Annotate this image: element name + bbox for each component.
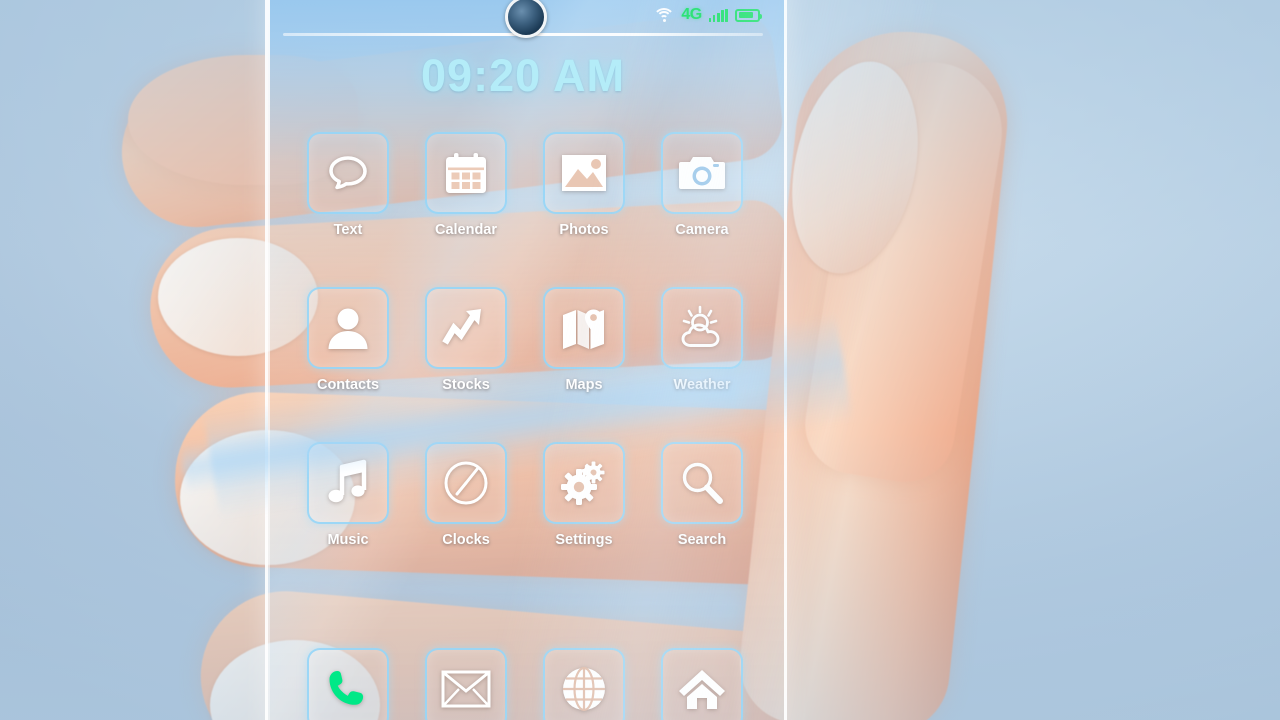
app-contacts[interactable]: Contacts (300, 287, 396, 393)
app-maps[interactable]: Maps (536, 287, 632, 393)
phone-left-edge (268, 0, 270, 720)
app-label: Maps (565, 377, 603, 393)
phone-handset-icon (324, 665, 372, 713)
app-weather[interactable]: Weather (654, 287, 750, 393)
app-music[interactable]: Music (300, 442, 396, 548)
gears-icon (559, 458, 609, 508)
app-row: Text Calendar Photos Camera (300, 132, 750, 238)
app-row: Music Clocks Settings Search (300, 442, 750, 548)
app-stocks[interactable]: Stocks (418, 287, 514, 393)
wifi-icon (653, 7, 676, 23)
app-grid: Text Calendar Photos Camera Contacts Sto… (300, 132, 750, 597)
app-text[interactable]: Text (300, 132, 396, 238)
app-tile[interactable] (425, 287, 507, 369)
screenshot-stage: 4G 09:20 AM Text Calendar Photos Camera … (0, 0, 1280, 720)
app-label: Contacts (316, 377, 380, 393)
app-tile[interactable] (543, 442, 625, 524)
photo-icon (559, 151, 609, 195)
globe-icon (560, 665, 608, 713)
calendar-icon (442, 149, 490, 197)
app-label: Stocks (442, 377, 490, 393)
app-label: Clocks (442, 532, 490, 548)
app-tile[interactable] (307, 287, 389, 369)
signal-bars-icon (708, 8, 728, 22)
person-icon (325, 305, 371, 351)
app-camera[interactable]: Camera (654, 132, 750, 238)
app-row: Contacts Stocks Maps Weather (300, 287, 750, 393)
envelope-icon (441, 670, 491, 708)
app-search[interactable]: Search (654, 442, 750, 548)
app-tile[interactable] (661, 132, 743, 214)
app-tile[interactable] (307, 648, 389, 720)
dock-app-home[interactable] (654, 648, 750, 720)
app-label: Search (677, 532, 727, 548)
app-label: Text (333, 222, 363, 238)
app-tile[interactable] (543, 287, 625, 369)
app-tile[interactable] (661, 287, 743, 369)
folded-map-pin-icon (559, 305, 609, 351)
app-label: Camera (675, 222, 729, 238)
battery-icon (735, 8, 762, 22)
dock-app-mail[interactable] (418, 648, 514, 720)
app-label: Music (327, 532, 369, 548)
dock-app-browser[interactable] (536, 648, 632, 720)
app-calendar[interactable]: Calendar (418, 132, 514, 238)
app-label: Settings (555, 532, 613, 548)
app-tile[interactable] (543, 132, 625, 214)
speech-bubble-icon (323, 148, 373, 198)
app-tile[interactable] (661, 442, 743, 524)
app-tile[interactable] (307, 132, 389, 214)
dock-row (300, 648, 750, 720)
network-label: 4G (681, 6, 702, 23)
app-clocks[interactable]: Clocks (418, 442, 514, 548)
app-tile[interactable] (307, 442, 389, 524)
dock (300, 648, 750, 720)
home-house-icon (677, 667, 727, 711)
dock-app-phone[interactable] (300, 648, 396, 720)
music-note-icon (325, 459, 371, 507)
app-label: Weather (673, 377, 731, 393)
status-bar: 4G (600, 2, 762, 28)
app-label: Calendar (434, 222, 498, 238)
trending-up-arrow-icon (441, 305, 491, 351)
app-photos[interactable]: Photos (536, 132, 632, 238)
magnifier-icon (678, 459, 726, 507)
app-tile[interactable] (661, 648, 743, 720)
app-label: Photos (559, 222, 609, 238)
app-tile[interactable] (425, 132, 507, 214)
clock-face-icon (442, 459, 490, 507)
app-tile[interactable] (425, 648, 507, 720)
camera-icon (677, 152, 727, 194)
sun-cloud-icon (676, 305, 728, 351)
app-tile[interactable] (425, 442, 507, 524)
app-settings[interactable]: Settings (536, 442, 632, 548)
app-tile[interactable] (543, 648, 625, 720)
clock-time: 09:20 AM (421, 50, 625, 101)
